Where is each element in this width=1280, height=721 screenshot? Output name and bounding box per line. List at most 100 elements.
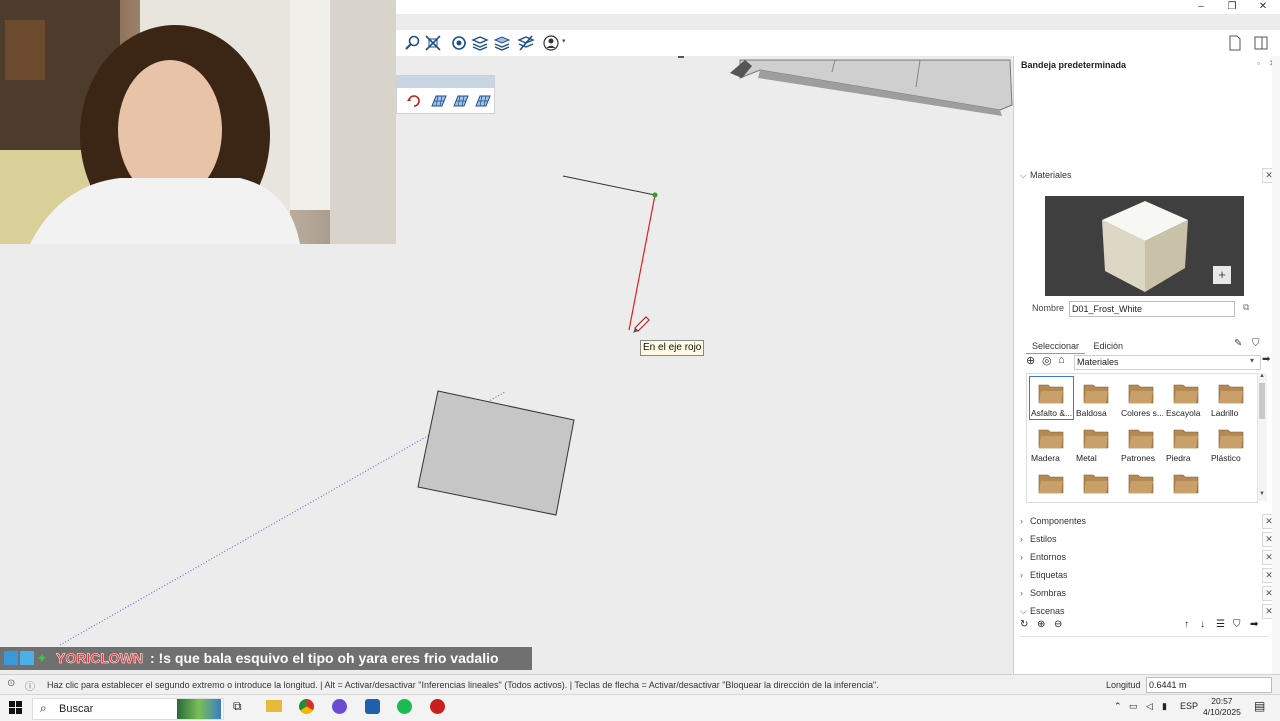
- clock[interactable]: 20:57 4/10/2025: [1203, 696, 1241, 718]
- create-material-icon[interactable]: +: [1213, 266, 1231, 284]
- badge-icon: [20, 651, 34, 665]
- windows-start-icon[interactable]: [9, 701, 23, 715]
- scrollbar-thumb[interactable]: [1259, 383, 1265, 419]
- floating-toolbar-header[interactable]: [397, 76, 494, 88]
- collection-select[interactable]: Materiales: [1074, 355, 1261, 370]
- section-escenas[interactable]: ⌵ Escenas ✕: [1020, 603, 1276, 619]
- material-item[interactable]: Madera: [1029, 421, 1074, 465]
- section-plane-icon[interactable]: [450, 34, 468, 52]
- folder-icon: [1218, 429, 1244, 449]
- volume-icon[interactable]: ◁: [1146, 701, 1153, 712]
- home-icon[interactable]: ⌂: [1058, 354, 1065, 366]
- close-button[interactable]: ✕: [1248, 0, 1278, 14]
- task-view-icon[interactable]: ⧉: [233, 699, 242, 714]
- tray-chevron-icon[interactable]: ⌃: [1114, 701, 1122, 712]
- material-item[interactable]: Piedra: [1164, 421, 1209, 465]
- material-label: Colores s...: [1121, 408, 1164, 418]
- status-hint: Haz clic para establecer el segundo extr…: [47, 680, 879, 690]
- rotate-icon[interactable]: [405, 92, 423, 110]
- move-up-icon[interactable]: ↑: [1184, 619, 1189, 630]
- material-item[interactable]: Plástico: [1209, 421, 1254, 465]
- material-item[interactable]: Escayola: [1164, 376, 1209, 420]
- material-item[interactable]: Colores s...: [1119, 376, 1164, 420]
- bucket-icon[interactable]: ⛉: [1252, 338, 1260, 349]
- details-arrow-icon[interactable]: ➡: [1250, 619, 1258, 630]
- taskbar-search[interactable]: ⌕ Buscar: [32, 698, 224, 720]
- material-item[interactable]: Metal: [1074, 421, 1119, 465]
- info-icon[interactable]: ⊙: [7, 678, 15, 689]
- chevron-right-icon: ›: [1020, 570, 1023, 580]
- status-bar: ⊙ ⓘ Haz clic para establecer el segundo …: [0, 674, 1280, 695]
- layers-icon[interactable]: [471, 34, 489, 52]
- restore-button[interactable]: ❐: [1217, 0, 1247, 14]
- mesh-icon[interactable]: [452, 92, 470, 110]
- add-scene-icon[interactable]: ⊕: [1037, 619, 1045, 630]
- length-input[interactable]: 0.6441 m: [1146, 677, 1272, 693]
- delete-icon[interactable]: ⛉: [1233, 619, 1241, 630]
- tab-select[interactable]: Seleccionar: [1026, 339, 1086, 354]
- language-indicator[interactable]: ESP: [1180, 701, 1198, 711]
- zoom-extents-icon[interactable]: [424, 34, 442, 52]
- section-etiquetas[interactable]: › Etiquetas ✕: [1020, 567, 1276, 583]
- material-item[interactable]: [1029, 466, 1074, 502]
- model-materials-icon[interactable]: ◎: [1042, 354, 1052, 367]
- material-item[interactable]: [1074, 466, 1119, 502]
- refresh-icon[interactable]: ↻: [1020, 619, 1028, 630]
- mic-icon[interactable]: ▮: [1162, 701, 1167, 712]
- mesh-icon[interactable]: [430, 92, 448, 110]
- notification-icon[interactable]: ▤: [1254, 699, 1265, 713]
- move-down-icon[interactable]: ↓: [1200, 619, 1205, 630]
- material-item[interactable]: [1164, 466, 1209, 502]
- sketchup-icon[interactable]: [365, 699, 380, 714]
- materials-scrollbar[interactable]: ▲ ▼: [1257, 373, 1267, 501]
- webcam-overlay: [0, 0, 396, 244]
- spotify-icon[interactable]: [397, 699, 412, 714]
- chrome-icon[interactable]: [299, 699, 314, 714]
- section-componentes[interactable]: › Componentes ✕: [1020, 513, 1276, 529]
- tab-edit[interactable]: Edición: [1088, 339, 1130, 353]
- network-icon[interactable]: ▭: [1129, 701, 1138, 712]
- help-icon[interactable]: ⓘ: [25, 678, 35, 693]
- pin-icon[interactable]: ▫: [1257, 59, 1260, 68]
- main-toolbar: ▾: [396, 30, 1280, 57]
- material-item[interactable]: Baldosa: [1074, 376, 1119, 420]
- stack-cut-icon[interactable]: [517, 34, 535, 52]
- tray-scrollbar[interactable]: [1272, 56, 1280, 674]
- material-label: Escayola: [1166, 408, 1201, 418]
- search-zoom-icon[interactable]: [404, 34, 422, 52]
- material-item[interactable]: Ladrillo: [1209, 376, 1254, 420]
- material-item[interactable]: Asfalto &...: [1029, 376, 1074, 420]
- minimize-button[interactable]: –: [1186, 0, 1216, 14]
- section-estilos[interactable]: › Estilos ✕: [1020, 531, 1276, 547]
- section-entornos[interactable]: › Entornos ✕: [1020, 549, 1276, 565]
- stack-icon[interactable]: [493, 34, 511, 52]
- app-icon[interactable]: [430, 699, 445, 714]
- inference-tooltip: En el eje rojo: [640, 340, 705, 356]
- material-item[interactable]: [1119, 466, 1164, 502]
- view-options-icon[interactable]: ☰: [1216, 619, 1225, 630]
- user-account-icon[interactable]: [542, 34, 560, 52]
- floating-toolbar[interactable]: [396, 75, 495, 114]
- section-sombras[interactable]: › Sombras ✕: [1020, 585, 1276, 601]
- dropdown-caret-icon[interactable]: ▾: [562, 37, 566, 45]
- eyedropper-icon[interactable]: ✎: [1234, 338, 1242, 349]
- details-arrow-icon[interactable]: ➡: [1262, 354, 1270, 365]
- file-explorer-icon[interactable]: [266, 700, 282, 712]
- scenes-list[interactable]: [1020, 636, 1268, 671]
- mesh-icon[interactable]: [474, 92, 492, 110]
- default-tray: Bandeja predeterminada ▫ ✕ ⌵Materiales ✕…: [1013, 56, 1280, 674]
- copy-icon[interactable]: ⧉: [1243, 302, 1249, 313]
- section-label: Etiquetas: [1030, 570, 1068, 580]
- forward-icon[interactable]: ⊕: [1026, 354, 1035, 367]
- name-label: Nombre: [1032, 303, 1065, 313]
- chevron-down-icon[interactable]: ▾: [1250, 356, 1254, 365]
- folder-icon: [1038, 474, 1064, 494]
- app-icon[interactable]: [332, 699, 347, 714]
- materials-section-header[interactable]: ⌵ Materiales ✕: [1020, 167, 1276, 183]
- material-name-field[interactable]: D01_Frost_White: [1069, 301, 1235, 317]
- material-item[interactable]: Patrones: [1119, 421, 1164, 465]
- tray-layout-icon[interactable]: [1252, 34, 1270, 52]
- new-document-icon[interactable]: [1226, 34, 1244, 52]
- material-label: Patrones: [1121, 453, 1156, 463]
- remove-scene-icon[interactable]: ⊖: [1054, 619, 1062, 630]
